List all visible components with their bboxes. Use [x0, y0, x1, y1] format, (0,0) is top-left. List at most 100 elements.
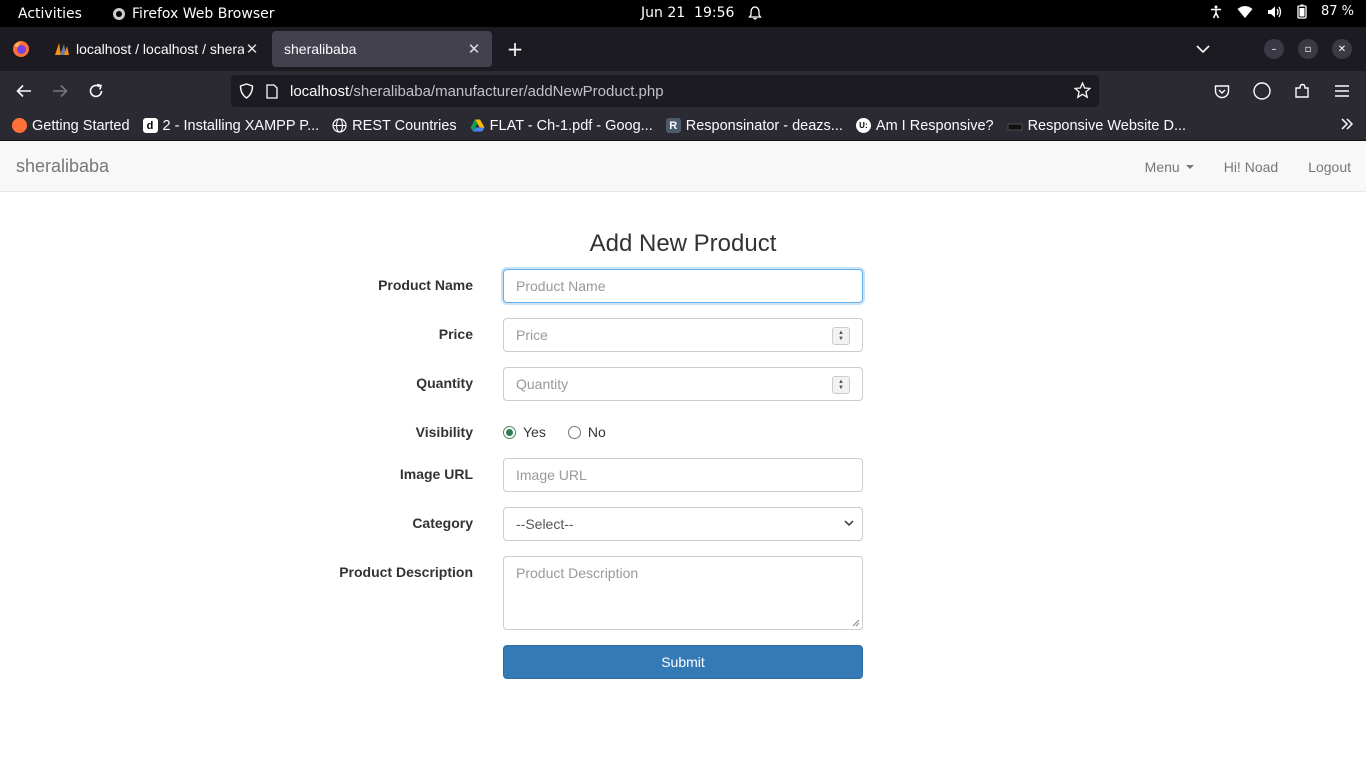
page-title: Add New Product — [589, 230, 777, 257]
bookmark-getting-started[interactable]: Getting Started — [12, 118, 130, 134]
category-selected: --Select-- — [516, 516, 574, 532]
visibility-radio-group: Yes No — [503, 424, 606, 440]
accessibility-icon — [1209, 5, 1223, 19]
d-icon: d — [142, 118, 158, 133]
bell-icon — [748, 6, 763, 20]
site-brand[interactable]: sheralibaba — [0, 156, 109, 177]
app-menu[interactable]: Firefox Web Browser — [112, 6, 275, 22]
bookmark-responsive-website[interactable]: Responsive Website D... — [1007, 117, 1187, 134]
visibility-no-radio[interactable] — [567, 425, 581, 439]
time: 19:56 — [694, 5, 735, 21]
battery-percent: 87 % — [1320, 4, 1354, 19]
submit-button[interactable]: Submit — [503, 645, 863, 679]
image-url-label: Image URL — [399, 466, 473, 482]
more-bookmarks-icon[interactable] — [1340, 117, 1354, 131]
menu-dropdown[interactable]: Menu — [1130, 159, 1209, 175]
maximize-button[interactable]: ▫ — [1298, 39, 1318, 59]
price-input[interactable]: Price ▲ ▼ — [503, 318, 863, 352]
bookmark-xampp[interactable]: d 2 - Installing XAMPP P... — [142, 117, 320, 134]
menu-label: Menu — [1144, 158, 1180, 175]
r-icon: R — [665, 118, 681, 133]
visibility-yes-radio[interactable] — [503, 425, 516, 439]
firefox-icon — [12, 118, 27, 133]
toolbar-right — [1204, 71, 1360, 111]
bookmark-flat-pdf[interactable]: FLAT - Ch-1.pdf - Goog... — [470, 118, 653, 134]
tab-title: localhost / localhost / sheralibaba — [76, 41, 244, 57]
bookmark-label: FLAT - Ch-1.pdf - Goog... — [489, 117, 653, 134]
visibility-no-label[interactable]: No — [588, 424, 606, 440]
bookmarks-toolbar: Getting Started d 2 - Installing XAMPP P… — [0, 111, 1366, 141]
bookmark-am-i-responsive[interactable]: U: Am I Responsive? — [855, 118, 994, 134]
new-tab-button[interactable]: + — [500, 37, 530, 61]
battery-icon — [1297, 4, 1307, 19]
close-tab-icon[interactable]: ✕ — [244, 40, 260, 58]
bookmark-responsinator[interactable]: R Responsinator - deazs... — [665, 117, 843, 134]
navigation-toolbar: localhost/sheralibaba/manufacturer/addNe… — [0, 71, 1366, 111]
visibility-label: Visibility — [415, 424, 473, 440]
page-icon[interactable] — [266, 83, 278, 99]
number-spinner-icon[interactable]: ▲ ▼ — [832, 327, 850, 345]
phpmyadmin-icon — [54, 42, 70, 56]
category-select[interactable]: --Select-- — [503, 507, 863, 541]
forward-icon[interactable] — [42, 84, 78, 98]
back-icon[interactable] — [6, 84, 42, 98]
device-icon — [1007, 121, 1023, 131]
close-tab-icon[interactable]: ✕ — [466, 40, 482, 58]
resize-grip-icon[interactable] — [851, 618, 860, 627]
visibility-yes-label[interactable]: Yes — [523, 424, 546, 440]
tab-phpmyadmin[interactable]: localhost / localhost / sheralibaba ✕ — [42, 31, 270, 67]
url-host: localhost — [290, 82, 350, 100]
globe-icon — [332, 118, 347, 133]
tab-sheralibaba[interactable]: sheralibaba ✕ — [272, 31, 492, 67]
bookmark-star-icon[interactable] — [1074, 82, 1091, 99]
price-label: Price — [438, 326, 473, 342]
app-name: Firefox Web Browser — [132, 5, 275, 22]
google-drive-icon — [470, 119, 485, 132]
url-bar[interactable]: localhost/sheralibaba/manufacturer/addNe… — [231, 75, 1099, 107]
pocket-icon[interactable] — [1204, 84, 1240, 99]
hamburger-menu-icon[interactable] — [1324, 84, 1360, 98]
wifi-icon — [1237, 5, 1253, 19]
quantity-input[interactable]: Quantity ▲ ▼ — [503, 367, 863, 401]
description-placeholder: Product Description — [516, 565, 639, 581]
web-page: sheralibaba Menu Hi! Noad Logout Add New… — [0, 141, 1366, 768]
reload-icon[interactable] — [78, 83, 114, 99]
site-navbar: sheralibaba Menu Hi! Noad Logout — [0, 141, 1366, 192]
account-icon[interactable] — [1244, 82, 1280, 100]
product-name-input[interactable]: Product Name — [503, 269, 863, 303]
firefox-small-icon — [112, 7, 126, 21]
close-window-button[interactable]: ✕ — [1332, 39, 1352, 59]
logout-link[interactable]: Logout — [1293, 159, 1366, 175]
system-top-bar: Activities Firefox Web Browser Jun 21 19… — [0, 0, 1366, 27]
shield-icon[interactable] — [239, 83, 254, 99]
image-url-input[interactable]: Image URL — [503, 458, 863, 492]
chevron-down-icon — [844, 519, 854, 527]
tab-title: sheralibaba — [284, 41, 357, 57]
description-label: Product Description — [339, 564, 473, 580]
quantity-placeholder: Quantity — [516, 376, 569, 392]
bookmark-label: REST Countries — [352, 117, 457, 134]
clock[interactable]: Jun 21 19:56 — [641, 5, 763, 21]
description-textarea[interactable]: Product Description — [503, 556, 863, 630]
bookmark-label: Responsinator - deazs... — [685, 117, 843, 134]
bookmark-label: 2 - Installing XAMPP P... — [162, 117, 320, 134]
tab-bar: localhost / localhost / sheralibaba ✕ sh… — [0, 27, 1366, 71]
quantity-label: Quantity — [416, 375, 473, 391]
site-nav-links: Menu Hi! Noad Logout — [1130, 141, 1366, 192]
category-label: Category — [412, 515, 473, 531]
firefox-view-icon[interactable] — [0, 40, 42, 58]
date: Jun 21 — [641, 5, 686, 21]
url-path: /sheralibaba/manufacturer/addNewProduct.… — [349, 82, 664, 100]
image-url-placeholder: Image URL — [516, 467, 587, 483]
number-spinner-icon[interactable]: ▲ ▼ — [832, 376, 850, 394]
user-greeting-link[interactable]: Hi! Noad — [1209, 159, 1293, 175]
caret-down-icon — [1185, 164, 1194, 169]
system-tray[interactable]: 87 % — [1209, 4, 1354, 19]
activities-button[interactable]: Activities — [0, 6, 112, 22]
minimize-button[interactable]: – — [1264, 39, 1284, 59]
extensions-icon[interactable] — [1284, 83, 1320, 99]
list-all-tabs-icon[interactable] — [1196, 44, 1210, 54]
bookmark-rest-countries[interactable]: REST Countries — [332, 118, 457, 134]
price-placeholder: Price — [516, 327, 548, 343]
bookmark-label: Responsive Website D... — [1027, 117, 1187, 134]
